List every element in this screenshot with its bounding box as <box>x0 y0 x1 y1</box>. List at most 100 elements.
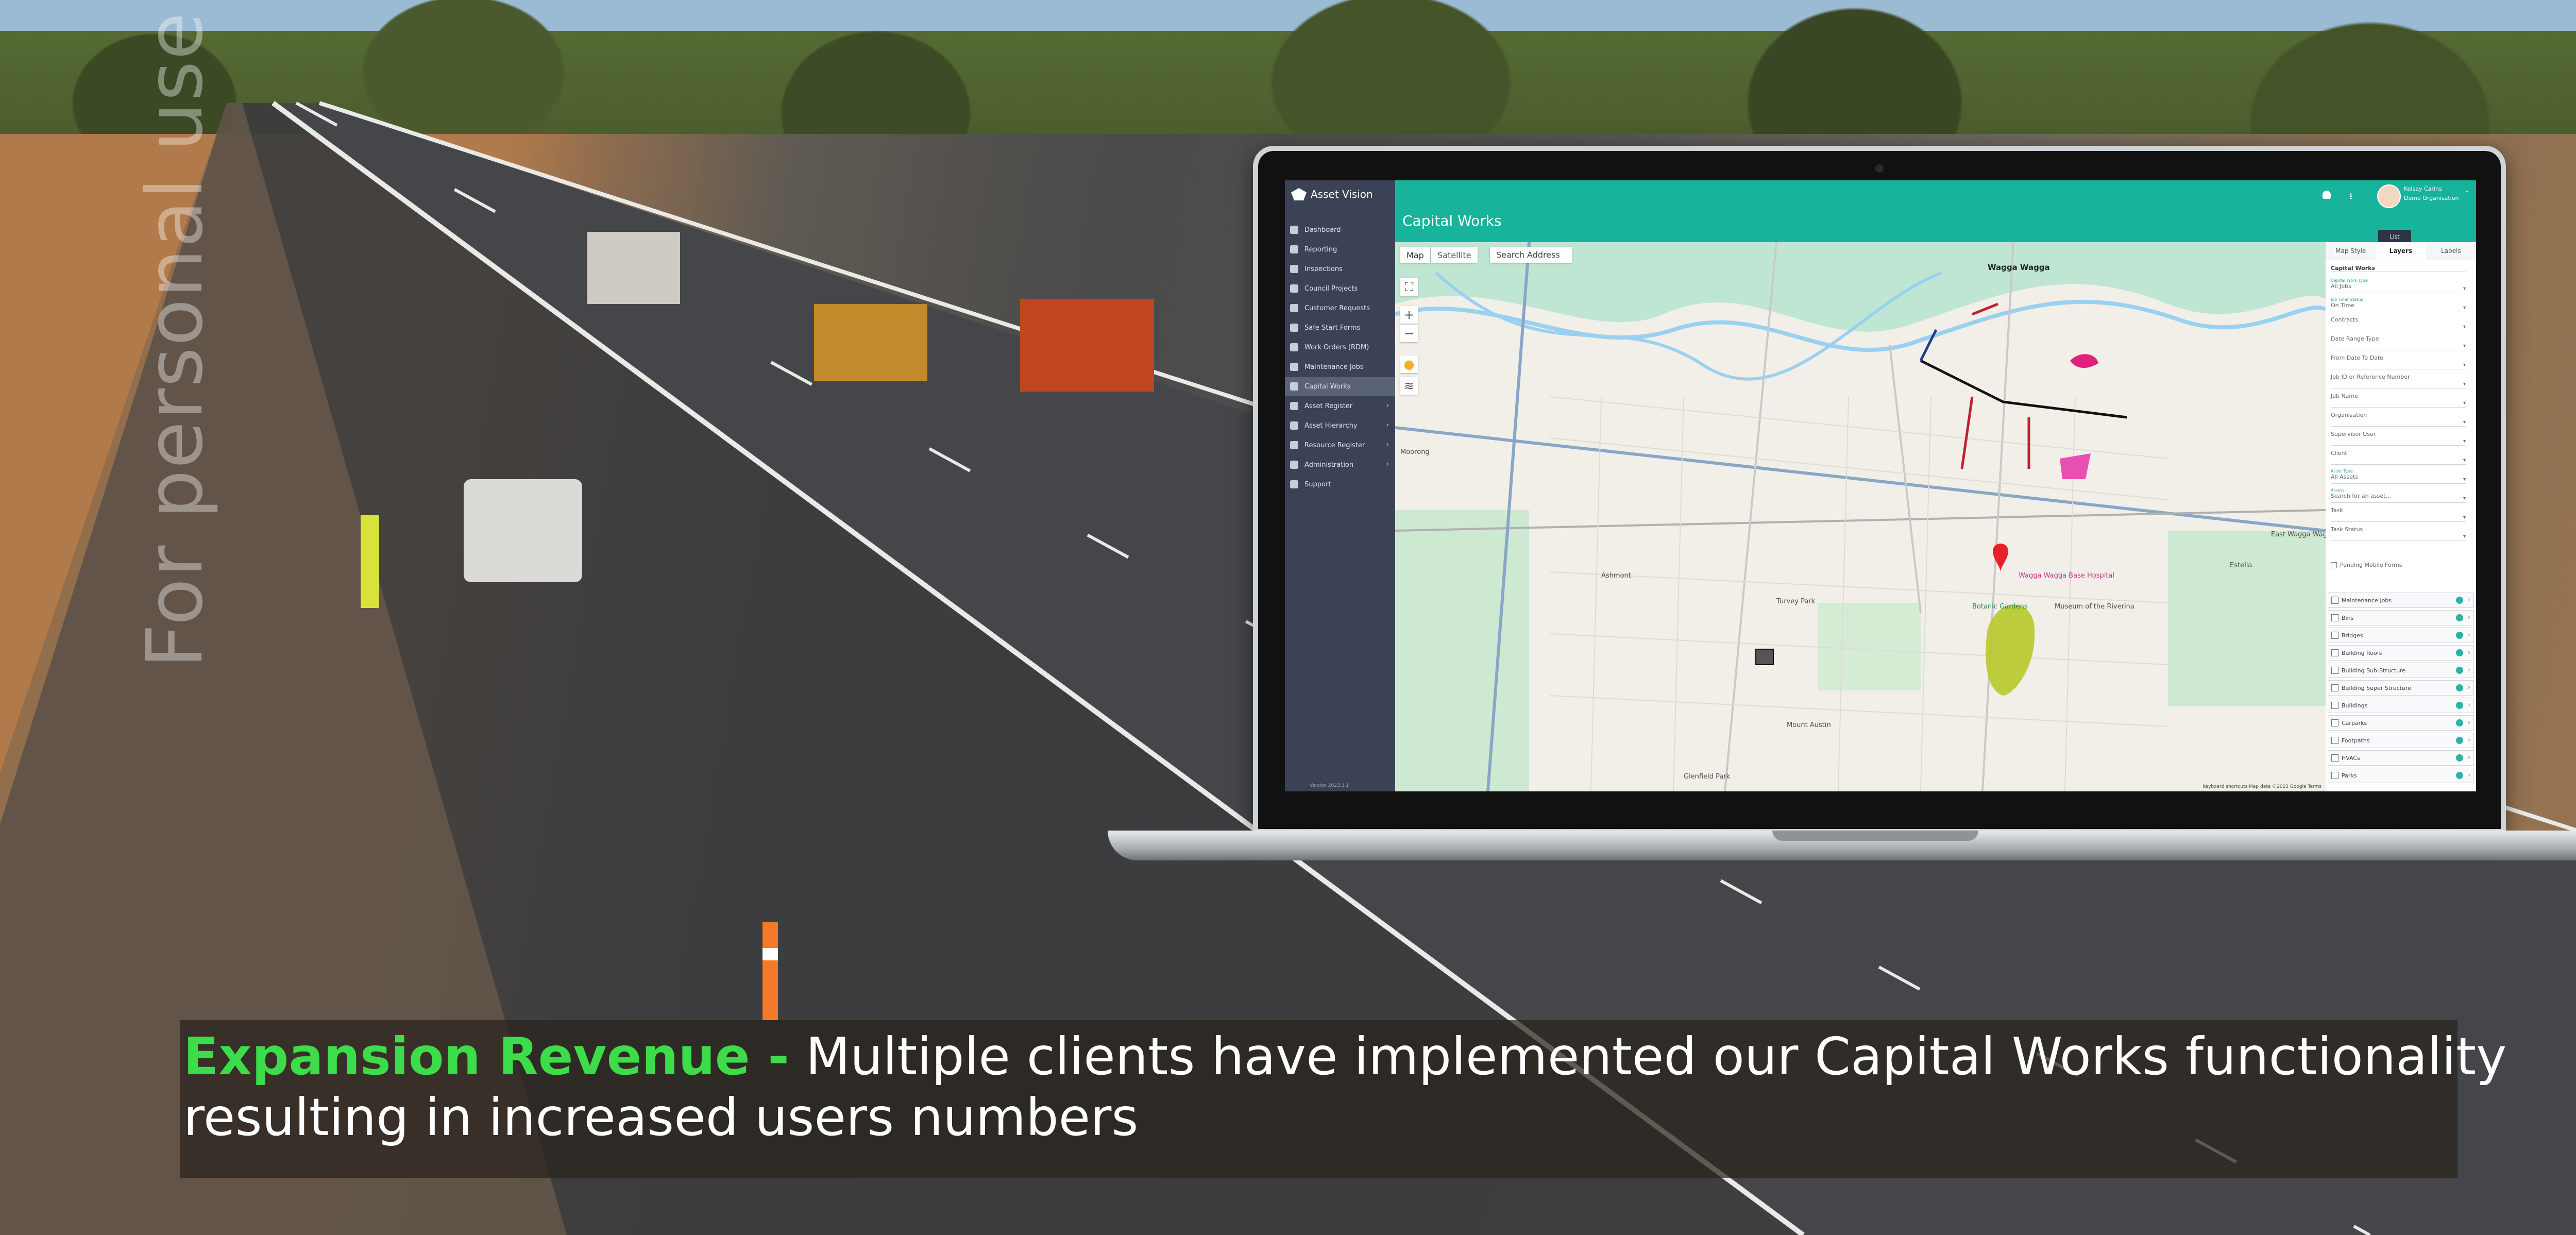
filter-field-label: Job Time Status <box>2331 297 2363 302</box>
header-bar: Capital Works ⭳ Kelsey Carins Demo Organ… <box>1395 180 2476 244</box>
layer-row[interactable]: Building Super Structure › <box>2328 680 2474 696</box>
filter-field[interactable]: Capital Work Type All Jobs ▾ <box>2331 278 2466 293</box>
street-view-icon[interactable]: ● <box>1400 356 1418 373</box>
layer-row[interactable]: Building Sub-Structure › <box>2328 663 2474 678</box>
chevron-down-icon: ▾ <box>2463 305 2466 311</box>
sidebar-item-customer-requests[interactable]: Customer Requests <box>1285 299 1395 317</box>
filter-field-label: Asset Type <box>2331 469 2353 473</box>
chevron-right-icon: › <box>1386 421 1389 429</box>
checkbox-icon[interactable] <box>2331 667 2338 674</box>
checkbox-icon[interactable] <box>2331 614 2338 621</box>
sidebar-item-support[interactable]: Support <box>1285 475 1395 494</box>
map-place-label: Glenfield Park <box>1684 773 1731 781</box>
sidebar-item-asset-hierarchy[interactable]: Asset Hierarchy › <box>1285 416 1395 435</box>
layer-row[interactable]: Maintenance Jobs › <box>2328 593 2474 608</box>
filter-field[interactable]: Assets Search for an asset... ▾ <box>2331 488 2466 503</box>
filter-field[interactable]: Job Time Status On Time ▾ <box>2331 297 2466 312</box>
satellite-type-button[interactable]: Satellite <box>1431 247 1478 263</box>
checkbox-icon[interactable] <box>2331 772 2338 779</box>
checkbox-icon[interactable] <box>2331 684 2338 691</box>
tab-labels[interactable]: Labels <box>2426 242 2476 260</box>
layer-label: Buildings <box>2342 702 2368 709</box>
user-name[interactable]: Kelsey Carins <box>2404 185 2442 192</box>
zoom-out-button[interactable]: − <box>1400 325 1418 342</box>
sidebar-item-maintenance-jobs[interactable]: Maintenance Jobs <box>1285 358 1395 376</box>
chevron-right-icon[interactable]: › <box>2468 736 2470 743</box>
filter-field[interactable]: Organisation ▾ <box>2331 412 2466 427</box>
chevron-right-icon[interactable]: › <box>2468 614 2470 621</box>
chevron-right-icon[interactable]: › <box>2468 684 2470 691</box>
layer-row[interactable]: HVACs › <box>2328 750 2474 766</box>
map-place-label: Turvey Park <box>1776 598 1816 605</box>
filter-field[interactable]: Job Name ▾ <box>2331 393 2466 408</box>
map-type-button[interactable]: Map <box>1400 247 1430 263</box>
chevron-right-icon[interactable]: › <box>2468 649 2470 656</box>
layer-row[interactable]: Bridges › <box>2328 628 2474 643</box>
checkbox-icon[interactable] <box>2331 649 2338 656</box>
layer-row[interactable]: Parks › <box>2328 768 2474 783</box>
filter-field[interactable]: Task Status ▾ <box>2331 526 2466 541</box>
filter-field[interactable]: Date Range Type ▾ <box>2331 335 2466 350</box>
filter-field-value: Contracts <box>2331 316 2359 323</box>
layer-row[interactable]: Building Roofs › <box>2328 645 2474 661</box>
sidebar-item-resource-register[interactable]: Resource Register › <box>1285 436 1395 454</box>
filter-field[interactable]: Contracts ▾ <box>2331 316 2466 331</box>
checkbox-icon[interactable] <box>2331 754 2338 762</box>
chevron-right-icon[interactable]: › <box>2468 666 2470 673</box>
bell-icon[interactable] <box>2323 191 2331 199</box>
layer-row[interactable]: Buildings › <box>2328 698 2474 713</box>
filter-field[interactable]: Task ▾ <box>2331 507 2466 522</box>
filter-field[interactable]: Supervisor User ▾ <box>2331 431 2466 446</box>
tab-map-style[interactable]: Map Style <box>2326 242 2376 260</box>
sidebar-item-administration[interactable]: Administration › <box>1285 455 1395 474</box>
checkbox-icon[interactable] <box>2331 632 2338 639</box>
checkbox-icon[interactable] <box>2331 597 2338 604</box>
sidebar-item-label: Dashboard <box>1304 226 1341 234</box>
sidebar-item-reporting[interactable]: Reporting <box>1285 240 1395 259</box>
chevron-down-icon: ▾ <box>2463 343 2466 349</box>
brand-logo[interactable]: Asset Vision <box>1291 187 1373 202</box>
search-address-input[interactable]: Search Address <box>1490 247 1572 263</box>
chevron-right-icon[interactable]: › <box>2468 719 2470 726</box>
chevron-down-icon[interactable]: ⌄ <box>2464 187 2469 194</box>
checkbox-icon[interactable] <box>2331 719 2338 726</box>
download-icon[interactable]: ⭳ <box>2349 190 2352 205</box>
pending-forms-checkbox[interactable]: Pending Mobile Forms <box>2331 562 2466 568</box>
filter-field[interactable]: From Date To Date ▾ <box>2331 354 2466 369</box>
sidebar-item-capital-works[interactable]: Capital Works <box>1285 377 1395 396</box>
caption-line-1: Expansion Revenue - Multiple clients hav… <box>183 1026 2506 1087</box>
layer-row[interactable]: Carparks › <box>2328 715 2474 731</box>
layer-row[interactable]: Bins › <box>2328 610 2474 625</box>
chevron-right-icon[interactable]: › <box>2468 596 2470 603</box>
dashboard-icon <box>1290 226 1298 234</box>
filter-field-value: All Assets <box>2331 473 2358 480</box>
layers-icon[interactable]: ≋ <box>1400 377 1418 395</box>
zoom-in-button[interactable]: + <box>1400 306 1418 324</box>
sidebar-item-work-orders-rdm[interactable]: Work Orders (RDM) <box>1285 338 1395 357</box>
checkbox-icon[interactable] <box>2331 702 2338 709</box>
checkbox-icon[interactable] <box>2331 562 2337 568</box>
tab-layers[interactable]: Layers <box>2376 242 2426 260</box>
requests-icon <box>1290 304 1298 312</box>
fullscreen-icon[interactable]: ⛶ <box>1400 278 1418 296</box>
chevron-right-icon[interactable]: › <box>2468 754 2470 761</box>
map-view[interactable]: Map Satellite Search Address ⛶ + − ● ≋ W… <box>1395 242 2326 791</box>
filter-field[interactable]: Asset Type All Assets ▾ <box>2331 469 2466 484</box>
filter-field[interactable]: Client ▾ <box>2331 450 2466 465</box>
chevron-right-icon[interactable]: › <box>2468 771 2470 779</box>
filter-field[interactable]: Job ID or Reference Number ▾ <box>2331 374 2466 388</box>
sidebar-item-dashboard[interactable]: Dashboard <box>1285 221 1395 239</box>
checkbox-icon[interactable] <box>2331 737 2338 744</box>
sidebar-item-council-projects[interactable]: Council Projects <box>1285 279 1395 298</box>
chevron-right-icon[interactable]: › <box>2468 701 2470 708</box>
avatar[interactable] <box>2377 184 2401 208</box>
layer-row[interactable]: Footpaths › <box>2328 733 2474 748</box>
filter-field-value: From Date To Date <box>2331 354 2383 361</box>
layer-color-icon <box>2456 649 2463 656</box>
sidebar-item-asset-register[interactable]: Asset Register › <box>1285 397 1395 415</box>
chevron-right-icon[interactable]: › <box>2468 631 2470 638</box>
brand-name: Asset Vision <box>1311 188 1373 200</box>
chevron-down-icon: ▾ <box>2463 286 2466 292</box>
sidebar-item-inspections[interactable]: Inspections <box>1285 260 1395 278</box>
sidebar-item-safe-start-forms[interactable]: Safe Start Forms <box>1285 318 1395 337</box>
